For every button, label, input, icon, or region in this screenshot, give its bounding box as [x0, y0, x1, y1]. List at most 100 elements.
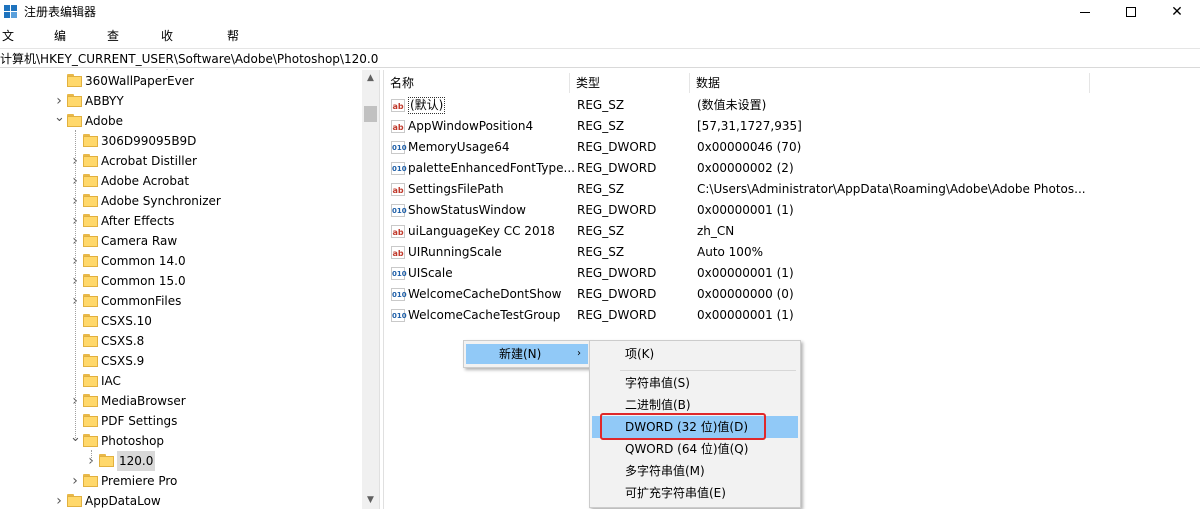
tree-item-label[interactable]: MediaBrowser — [101, 391, 186, 411]
tree-item-label[interactable]: 360WallPaperEver — [85, 71, 194, 91]
tree-item[interactable]: › Adobe Synchronizer — [0, 191, 362, 211]
value-name[interactable]: UIScale — [408, 263, 453, 284]
value-name[interactable]: SettingsFilePath — [408, 179, 504, 200]
tree-item[interactable]: › 120.0 — [0, 451, 362, 471]
value-row[interactable]: 010 MemoryUsage64 REG_DWORD 0x00000046 (70) — [384, 137, 1200, 158]
value-row[interactable]: ab (默认) REG_SZ (数值未设置) — [384, 95, 1200, 116]
tree-item[interactable]: › ABBYY — [0, 91, 362, 111]
column-data-header[interactable]: 数据 — [690, 73, 1090, 93]
tree-item[interactable]: 306D99095B9D — [0, 131, 362, 151]
tree-item-label[interactable]: CSXS.10 — [101, 311, 152, 331]
submenu-arrow-icon: › — [577, 348, 581, 359]
menu-favorites[interactable]: 收藏夹(A) — [161, 26, 179, 103]
tree-item-label[interactable]: CommonFiles — [101, 291, 181, 311]
column-name-header[interactable]: 名称 — [384, 73, 570, 93]
tree-item-label[interactable]: PDF Settings — [101, 411, 177, 431]
value-row[interactable]: 010 UIScale REG_DWORD 0x00000001 (1) — [384, 263, 1200, 284]
tree-item[interactable]: › After Effects — [0, 211, 362, 231]
value-name[interactable]: uiLanguageKey CC 2018 — [408, 221, 555, 242]
tree-item[interactable]: 360WallPaperEver — [0, 71, 362, 91]
maximize-button[interactable] — [1108, 0, 1154, 24]
folder-icon — [67, 494, 82, 507]
tree-item[interactable]: › Common 15.0 — [0, 271, 362, 291]
tree-item-label[interactable]: CSXS.8 — [101, 331, 144, 351]
tree-item-label[interactable]: Adobe Acrobat — [101, 171, 189, 191]
menu-file[interactable]: 文件(F) — [2, 26, 18, 83]
value-row[interactable]: ab SettingsFilePath REG_SZ C:\Users\Adminis… — [384, 179, 1200, 200]
value-row[interactable]: ab uiLanguageKey CC 2018 REG_SZ zh_CN — [384, 221, 1200, 242]
tree-item[interactable]: CSXS.10 — [0, 311, 362, 331]
tree-item-label[interactable]: Common 15.0 — [101, 271, 186, 291]
column-type-header[interactable]: 类型 — [570, 73, 690, 93]
value-name[interactable]: MemoryUsage64 — [408, 137, 509, 158]
tree-item[interactable]: › Premiere Pro — [0, 471, 362, 491]
menu-help[interactable]: 帮助(H) — [227, 26, 245, 83]
tree-item-label[interactable]: IAC — [101, 371, 121, 391]
tree-item-label[interactable]: Premiere Pro — [101, 471, 177, 491]
folder-icon — [83, 394, 98, 407]
scroll-thumb[interactable] — [364, 106, 377, 122]
key-tree[interactable]: 360WallPaperEver › ABBYY ⌄ Adobe 306D99095B9D… — [0, 70, 379, 509]
scroll-down-icon[interactable]: ▼ — [362, 492, 379, 509]
tree-item[interactable]: ⌄ Photoshop — [0, 431, 362, 451]
tree-item-label[interactable]: 306D99095B9D — [101, 131, 196, 151]
tree-item-label[interactable]: 120.0 — [117, 451, 156, 471]
tree-item-label[interactable]: AppDataLow — [85, 491, 161, 509]
tree-item[interactable]: PDF Settings — [0, 411, 362, 431]
tree-item[interactable]: › CommonFiles — [0, 291, 362, 311]
tree-item[interactable]: › Adobe Acrobat — [0, 171, 362, 191]
menu-view[interactable]: 查看(V) — [107, 26, 125, 83]
submenu-item-expandable-string[interactable]: 可扩充字符串值(E) — [592, 482, 798, 504]
submenu-separator — [620, 370, 796, 371]
tree-item[interactable]: › MediaBrowser — [0, 391, 362, 411]
close-button[interactable]: ✕ — [1154, 0, 1200, 24]
scroll-up-icon[interactable]: ▲ — [362, 70, 379, 87]
address-path[interactable]: 计算机\HKEY_CURRENT_USER\Software\Adobe\Pho… — [0, 51, 378, 67]
tree-item-label[interactable]: Photoshop — [101, 431, 164, 451]
tree-item-label[interactable]: Camera Raw — [101, 231, 177, 251]
submenu-item-key[interactable]: 项(K) — [592, 343, 798, 365]
chevron-right-icon[interactable]: › — [54, 491, 64, 509]
tree-item[interactable]: › AppDataLow — [0, 491, 362, 509]
tree-item-label[interactable]: CSXS.9 — [101, 351, 144, 371]
value-name[interactable]: WelcomeCacheDontShow — [408, 284, 561, 305]
title-bar: 注册表编辑器 ✕ — [0, 0, 1200, 24]
value-row[interactable]: 010 paletteEnhancedFontType... REG_DWORD 0x… — [384, 158, 1200, 179]
menu-edit[interactable]: 编辑(E) — [54, 26, 71, 83]
tree-item-label[interactable]: Common 14.0 — [101, 251, 186, 271]
submenu-item-string[interactable]: 字符串值(S) — [592, 372, 798, 394]
value-name[interactable]: (默认) — [408, 97, 446, 114]
tree-item[interactable]: › Common 14.0 — [0, 251, 362, 271]
menu-new-item[interactable]: 新建(N) — [499, 344, 541, 364]
tree-item[interactable]: CSXS.8 — [0, 331, 362, 351]
tree-item-label[interactable]: Adobe — [85, 111, 123, 131]
value-name[interactable]: AppWindowPosition4 — [408, 116, 533, 137]
address-bar[interactable]: 计算机\HKEY_CURRENT_USER\Software\Adobe\Pho… — [0, 48, 1200, 68]
tree-item-label[interactable]: Adobe Synchronizer — [101, 191, 221, 211]
value-row[interactable]: 010 WelcomeCacheDontShow REG_DWORD 0x000000… — [384, 284, 1200, 305]
folder-icon — [83, 314, 98, 327]
submenu-item-qword[interactable]: QWORD (64 位)值(Q) — [592, 438, 798, 460]
submenu-item-multi-string[interactable]: 多字符串值(M) — [592, 460, 798, 482]
tree-item-label[interactable]: ABBYY — [85, 91, 124, 111]
value-name[interactable]: UIRunningScale — [408, 242, 502, 263]
tree-item[interactable]: › Acrobat Distiller — [0, 151, 362, 171]
tree-item[interactable]: › Camera Raw — [0, 231, 362, 251]
value-row[interactable]: ab AppWindowPosition4 REG_SZ [57,31,1727,93… — [384, 116, 1200, 137]
value-row[interactable]: 010 ShowStatusWindow REG_DWORD 0x00000001 (… — [384, 200, 1200, 221]
value-row[interactable]: ab UIRunningScale REG_SZ Auto 100% — [384, 242, 1200, 263]
tree-item-label[interactable]: After Effects — [101, 211, 174, 231]
tree-item[interactable]: ⌄ Adobe — [0, 111, 362, 131]
chevron-down-icon[interactable]: ⌄ — [54, 111, 65, 131]
tree-item-label[interactable]: Acrobat Distiller — [101, 151, 197, 171]
chevron-right-icon[interactable]: › — [54, 91, 64, 111]
value-name[interactable]: paletteEnhancedFontType... — [408, 158, 575, 179]
value-row[interactable]: 010 WelcomeCacheTestGroup REG_DWORD 0x00000… — [384, 305, 1200, 326]
chevron-right-icon[interactable]: › — [70, 471, 80, 491]
tree-item[interactable]: IAC — [0, 371, 362, 391]
value-name[interactable]: WelcomeCacheTestGroup — [408, 305, 560, 326]
minimize-button[interactable] — [1062, 0, 1108, 24]
tree-scrollbar[interactable]: ▲ ▼ — [362, 70, 379, 509]
tree-item[interactable]: CSXS.9 — [0, 351, 362, 371]
value-name[interactable]: ShowStatusWindow — [408, 200, 526, 221]
